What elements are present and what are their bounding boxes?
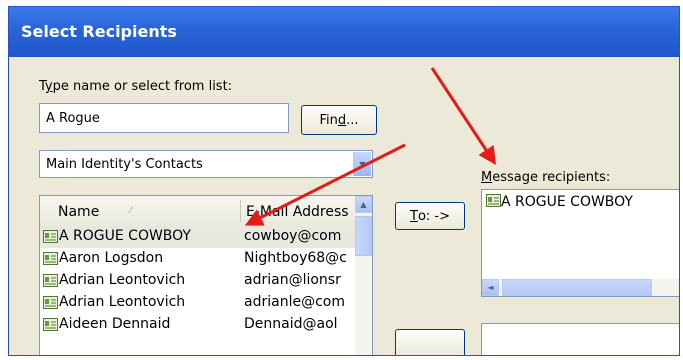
annotation-arrows: [244, 67, 496, 226]
annotation-arrow: [244, 143, 406, 226]
annotation-arrow: [430, 67, 496, 166]
